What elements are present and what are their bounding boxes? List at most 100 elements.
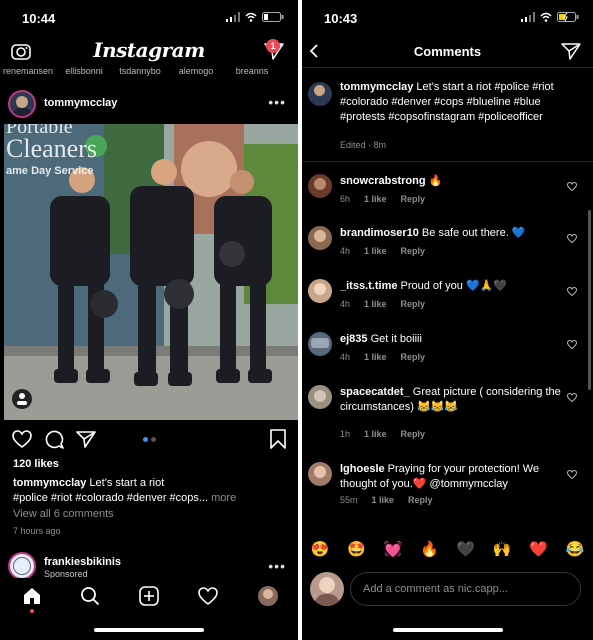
next-post-more-icon[interactable]: ••• (268, 558, 286, 574)
system-icons (521, 12, 579, 22)
commenter-avatar[interactable] (308, 385, 332, 409)
post-author-username[interactable]: tommymcclay (44, 97, 117, 109)
activity-heart-icon[interactable] (198, 587, 218, 605)
reply-button[interactable]: Reply (401, 429, 426, 439)
comment-like-heart-icon[interactable] (567, 287, 577, 296)
reply-button[interactable]: Reply (401, 352, 426, 362)
emoji-button[interactable]: ❤️ (529, 540, 548, 558)
comments-header: Comments (302, 36, 593, 68)
share-plane-icon[interactable] (76, 430, 96, 448)
caption-body: tommymcclay Let's start a riot #police #… (340, 80, 580, 125)
like-heart-icon[interactable] (12, 430, 32, 448)
comment-text: _itss.t.time Proud of you 💙🙏🖤 (340, 280, 508, 292)
comment-like-heart-icon[interactable] (567, 234, 577, 243)
commenter-username[interactable]: _itss.t.time (340, 280, 397, 292)
commenter-avatar[interactable] (308, 332, 332, 356)
emoji-button[interactable]: 😂 (565, 540, 584, 558)
emoji-button[interactable]: 🔥 (420, 540, 439, 558)
comment-meta: 1h 1 like Reply (340, 429, 426, 439)
bottom-tab-bar (0, 578, 298, 624)
caption-username[interactable]: tommymcclay (340, 81, 413, 93)
reply-button[interactable]: Reply (401, 299, 426, 309)
comment-likes[interactable]: 1 like (372, 495, 395, 505)
commenter-username[interactable]: lghoesle (340, 463, 385, 475)
comment-like-heart-icon[interactable] (567, 393, 577, 402)
add-comment-bar (302, 570, 593, 610)
search-icon[interactable] (80, 586, 100, 606)
comment-meta: 55m 1 like Reply (340, 495, 433, 505)
comment-likes[interactable]: 1 like (364, 246, 387, 256)
home-indicator (392, 628, 503, 632)
stories-tray[interactable]: renemansen ellisbonni tsdannybo alemogo … (0, 66, 298, 78)
direct-messages-button[interactable]: 1 (264, 39, 286, 62)
next-post-avatar[interactable] (8, 552, 36, 580)
share-plane-icon[interactable] (561, 42, 581, 60)
comment-meta: 4h 1 like Reply (340, 299, 426, 309)
signal-icon (521, 12, 535, 22)
status-bar: 10:44 (0, 0, 298, 36)
commenter-username[interactable]: spacecatdet_ (340, 386, 410, 398)
story-item[interactable]: renemansen (0, 66, 56, 78)
emoji-button[interactable]: 🤩 (347, 540, 366, 558)
comment-meta: 4h 1 like Reply (340, 352, 426, 362)
post-author-avatar[interactable] (8, 90, 36, 118)
status-time: 10:44 (22, 11, 56, 26)
reply-button[interactable]: Reply (408, 495, 433, 505)
comment-likes[interactable]: 1 like (364, 194, 387, 204)
comment-like-heart-icon[interactable] (567, 182, 577, 191)
scrollbar[interactable] (588, 210, 591, 390)
comment-bubble-icon[interactable] (44, 429, 64, 449)
emoji-button[interactable]: 🖤 (456, 540, 475, 558)
next-post-header: frankiesbikinis Sponsored ••• (0, 552, 298, 580)
commenter-username[interactable]: snowcrabstrong (340, 175, 426, 187)
comment-item: _itss.t.time Proud of you 💙🙏🖤 4h 1 like Re… (302, 279, 593, 319)
caption-username[interactable]: tommymcclay (13, 477, 86, 489)
wifi-icon (245, 12, 257, 22)
comment-like-heart-icon[interactable] (567, 470, 577, 479)
comment-text: ej835 Get it boiiii (340, 333, 422, 345)
likes-count[interactable]: 120 likes (13, 458, 59, 470)
post-header: tommymcclay ••• (0, 84, 298, 124)
comment-meta: 6h 1 like Reply (340, 194, 426, 204)
commenter-avatar[interactable] (308, 462, 332, 486)
post-image[interactable]: Portable Cleaners ame Day Service (4, 124, 298, 420)
home-icon[interactable] (22, 586, 42, 606)
next-post-username[interactable]: frankiesbikinis (44, 556, 121, 568)
story-item[interactable]: breanns (224, 66, 280, 78)
commenter-avatar[interactable] (308, 279, 332, 303)
view-all-comments-link[interactable]: View all 6 comments (13, 508, 114, 520)
save-bookmark-icon[interactable] (270, 429, 286, 449)
story-item[interactable]: alemogo (168, 66, 224, 78)
caption-meta: Edited · 8m (340, 140, 387, 150)
comment-text: spacecatdet_ Great picture ( considering… (340, 386, 561, 413)
comment-like-heart-icon[interactable] (567, 340, 577, 349)
comment-likes[interactable]: 1 like (364, 352, 387, 362)
commenter-username[interactable]: ej835 (340, 333, 368, 345)
emoji-button[interactable]: 😍 (311, 540, 330, 558)
comments-screen: 10:43 Comments tommymcclay Let's start a… (302, 0, 593, 640)
comment-item: ej835 Get it boiiii 4h 1 like Reply (302, 332, 593, 372)
reply-button[interactable]: Reply (401, 246, 426, 256)
page-title: Comments (413, 44, 482, 59)
image-sign-text: Portable Cleaners ame Day Service (6, 124, 97, 177)
caption-text: Let's start a riot (86, 477, 165, 489)
commenter-username[interactable]: brandimoser10 (340, 227, 419, 239)
commenter-avatar[interactable] (308, 226, 332, 250)
add-post-icon[interactable] (139, 586, 159, 606)
comment-item: lghoesle Praying for your protection! We… (302, 462, 593, 508)
caption-more-link[interactable]: more (208, 492, 236, 504)
caption-author-avatar[interactable] (308, 82, 332, 106)
post-actions (0, 426, 298, 452)
emoji-button[interactable]: 🙌 (493, 540, 512, 558)
story-item[interactable]: tsdannybo (112, 66, 168, 78)
comment-item: snowcrabstrong 🔥 6h 1 like Reply (302, 174, 593, 214)
more-options-icon[interactable]: ••• (268, 94, 286, 110)
comment-likes[interactable]: 1 like (364, 299, 387, 309)
reply-button[interactable]: Reply (401, 194, 426, 204)
story-item[interactable]: ellisbonni (56, 66, 112, 78)
emoji-button[interactable]: 💓 (384, 540, 403, 558)
add-comment-input[interactable] (350, 572, 581, 606)
profile-avatar[interactable] (258, 586, 278, 606)
comment-likes[interactable]: 1 like (364, 429, 387, 439)
commenter-avatar[interactable] (308, 174, 332, 198)
